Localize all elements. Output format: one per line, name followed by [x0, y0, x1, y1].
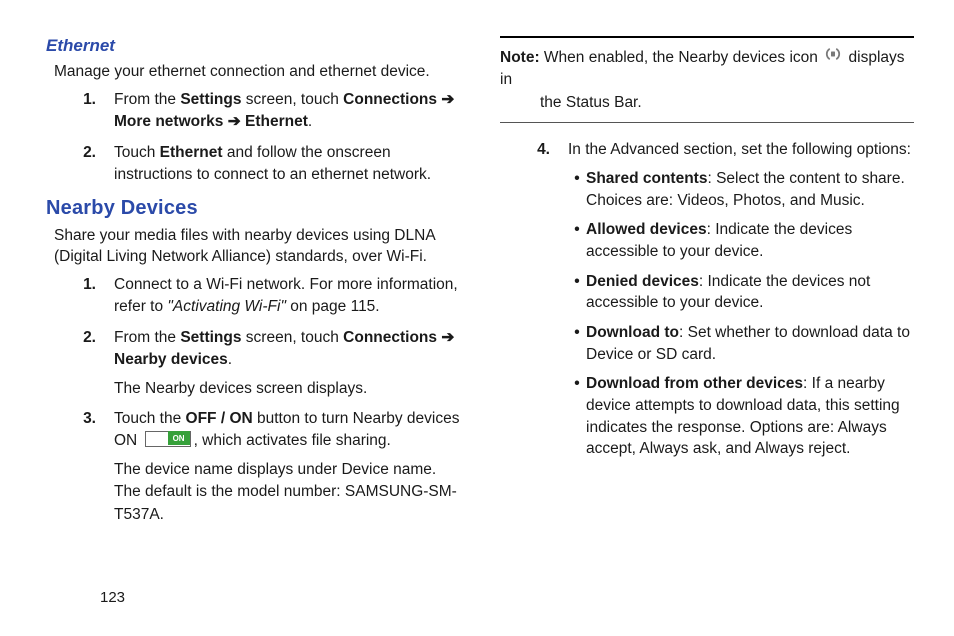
bullet-text: Allowed devices: Indicate the devices ac…: [586, 219, 914, 262]
step-text: Connect to a Wi-Fi network. For more inf…: [114, 274, 462, 319]
bold: Connections: [343, 329, 437, 346]
list-item: 2. From the Settings screen, touch Conne…: [46, 327, 462, 400]
bold: Allowed devices: [586, 221, 707, 238]
step-number: 2.: [46, 327, 114, 400]
list-item: •Download from other devices: If a nearb…: [568, 373, 914, 460]
list-item: •Shared contents: Select the content to …: [568, 168, 914, 211]
text: Touch the: [114, 410, 186, 427]
arrow-icon: ➔: [223, 113, 245, 130]
step-number: 1.: [46, 274, 114, 319]
bullet-text: Denied devices: Indicate the devices not…: [586, 271, 914, 314]
italic: "Activating Wi-Fi": [167, 298, 286, 315]
page-number: 123: [100, 589, 125, 606]
bold: OFF / ON: [186, 410, 253, 427]
step-number: 3.: [46, 408, 114, 526]
bullet-icon: •: [568, 271, 586, 314]
arrow-icon: ➔: [437, 329, 454, 346]
text: The Nearby devices screen displays.: [114, 380, 367, 397]
list-item: 1. From the Settings screen, touch Conne…: [46, 89, 462, 134]
text: From the: [114, 329, 180, 346]
step-text: From the Settings screen, touch Connecti…: [114, 89, 462, 134]
text: When enabled, the Nearby devices icon: [540, 49, 823, 66]
bold: Download to: [586, 324, 679, 341]
list-item: •Download to: Set whether to download da…: [568, 322, 914, 365]
bullet-icon: •: [568, 168, 586, 211]
step-text: Touch the OFF / ON button to turn Nearby…: [114, 408, 462, 526]
text: In the Advanced section, set the followi…: [568, 141, 911, 158]
step-text: Touch Ethernet and follow the onscreen i…: [114, 142, 462, 187]
list-item: 4. In the Advanced section, set the foll…: [500, 139, 914, 468]
toggle-on-icon: [145, 431, 191, 447]
bold: Settings: [180, 91, 241, 108]
bullet-text: Download to: Set whether to download dat…: [586, 322, 914, 365]
right-column: Note: When enabled, the Nearby devices i…: [500, 36, 914, 534]
step-number: 4.: [500, 139, 568, 468]
list-item: 1. Connect to a Wi-Fi network. For more …: [46, 274, 462, 319]
note-label: Note:: [500, 49, 540, 66]
step-4-list: 4. In the Advanced section, set the foll…: [500, 139, 914, 468]
bold: Settings: [180, 329, 241, 346]
ethernet-steps: 1. From the Settings screen, touch Conne…: [46, 89, 462, 187]
bold: Ethernet: [160, 144, 223, 161]
nearby-devices-icon: [824, 46, 842, 69]
bullet-text: Download from other devices: If a nearby…: [586, 373, 914, 460]
text: The device name displays under Device na…: [114, 461, 457, 523]
options-bullets: •Shared contents: Select the content to …: [568, 168, 914, 460]
text: From the: [114, 91, 180, 108]
list-item: •Allowed devices: Indicate the devices a…: [568, 219, 914, 262]
bold: Denied devices: [586, 273, 699, 290]
left-column: Ethernet Manage your ethernet connection…: [46, 36, 462, 534]
bullet-icon: •: [568, 219, 586, 262]
bold: More networks: [114, 113, 223, 130]
bold: Nearby devices: [114, 351, 228, 368]
bold: Connections: [343, 91, 437, 108]
bold: Shared contents: [586, 170, 707, 187]
nearby-intro: Share your media files with nearby devic…: [54, 226, 462, 268]
list-item: 2. Touch Ethernet and follow the onscree…: [46, 142, 462, 187]
text: on page 115.: [286, 298, 380, 315]
text: , which activates file sharing.: [194, 432, 391, 449]
nearby-steps: 1. Connect to a Wi-Fi network. For more …: [46, 274, 462, 527]
bold: Download from other devices: [586, 375, 803, 392]
text: screen, touch: [241, 329, 343, 346]
bullet-icon: •: [568, 322, 586, 365]
list-item: 3. Touch the OFF / ON button to turn Nea…: [46, 408, 462, 526]
bold: Ethernet: [245, 113, 308, 130]
note-continuation: the Status Bar.: [500, 92, 914, 114]
note-box: Note: When enabled, the Nearby devices i…: [500, 36, 914, 123]
step-text: In the Advanced section, set the followi…: [568, 139, 914, 468]
nearby-devices-heading: Nearby Devices: [46, 197, 462, 220]
arrow-icon: ➔: [437, 91, 454, 108]
list-item: •Denied devices: Indicate the devices no…: [568, 271, 914, 314]
bullet-icon: •: [568, 373, 586, 460]
text: screen, touch: [241, 91, 343, 108]
step-number: 1.: [46, 89, 114, 134]
bullet-text: Shared contents: Select the content to s…: [586, 168, 914, 211]
text: Touch: [114, 144, 160, 161]
ethernet-intro: Manage your ethernet connection and ethe…: [54, 62, 462, 83]
text: .: [308, 113, 312, 130]
ethernet-heading: Ethernet: [46, 36, 462, 56]
text: .: [228, 351, 232, 368]
step-number: 2.: [46, 142, 114, 187]
step-text: From the Settings screen, touch Connecti…: [114, 327, 462, 400]
